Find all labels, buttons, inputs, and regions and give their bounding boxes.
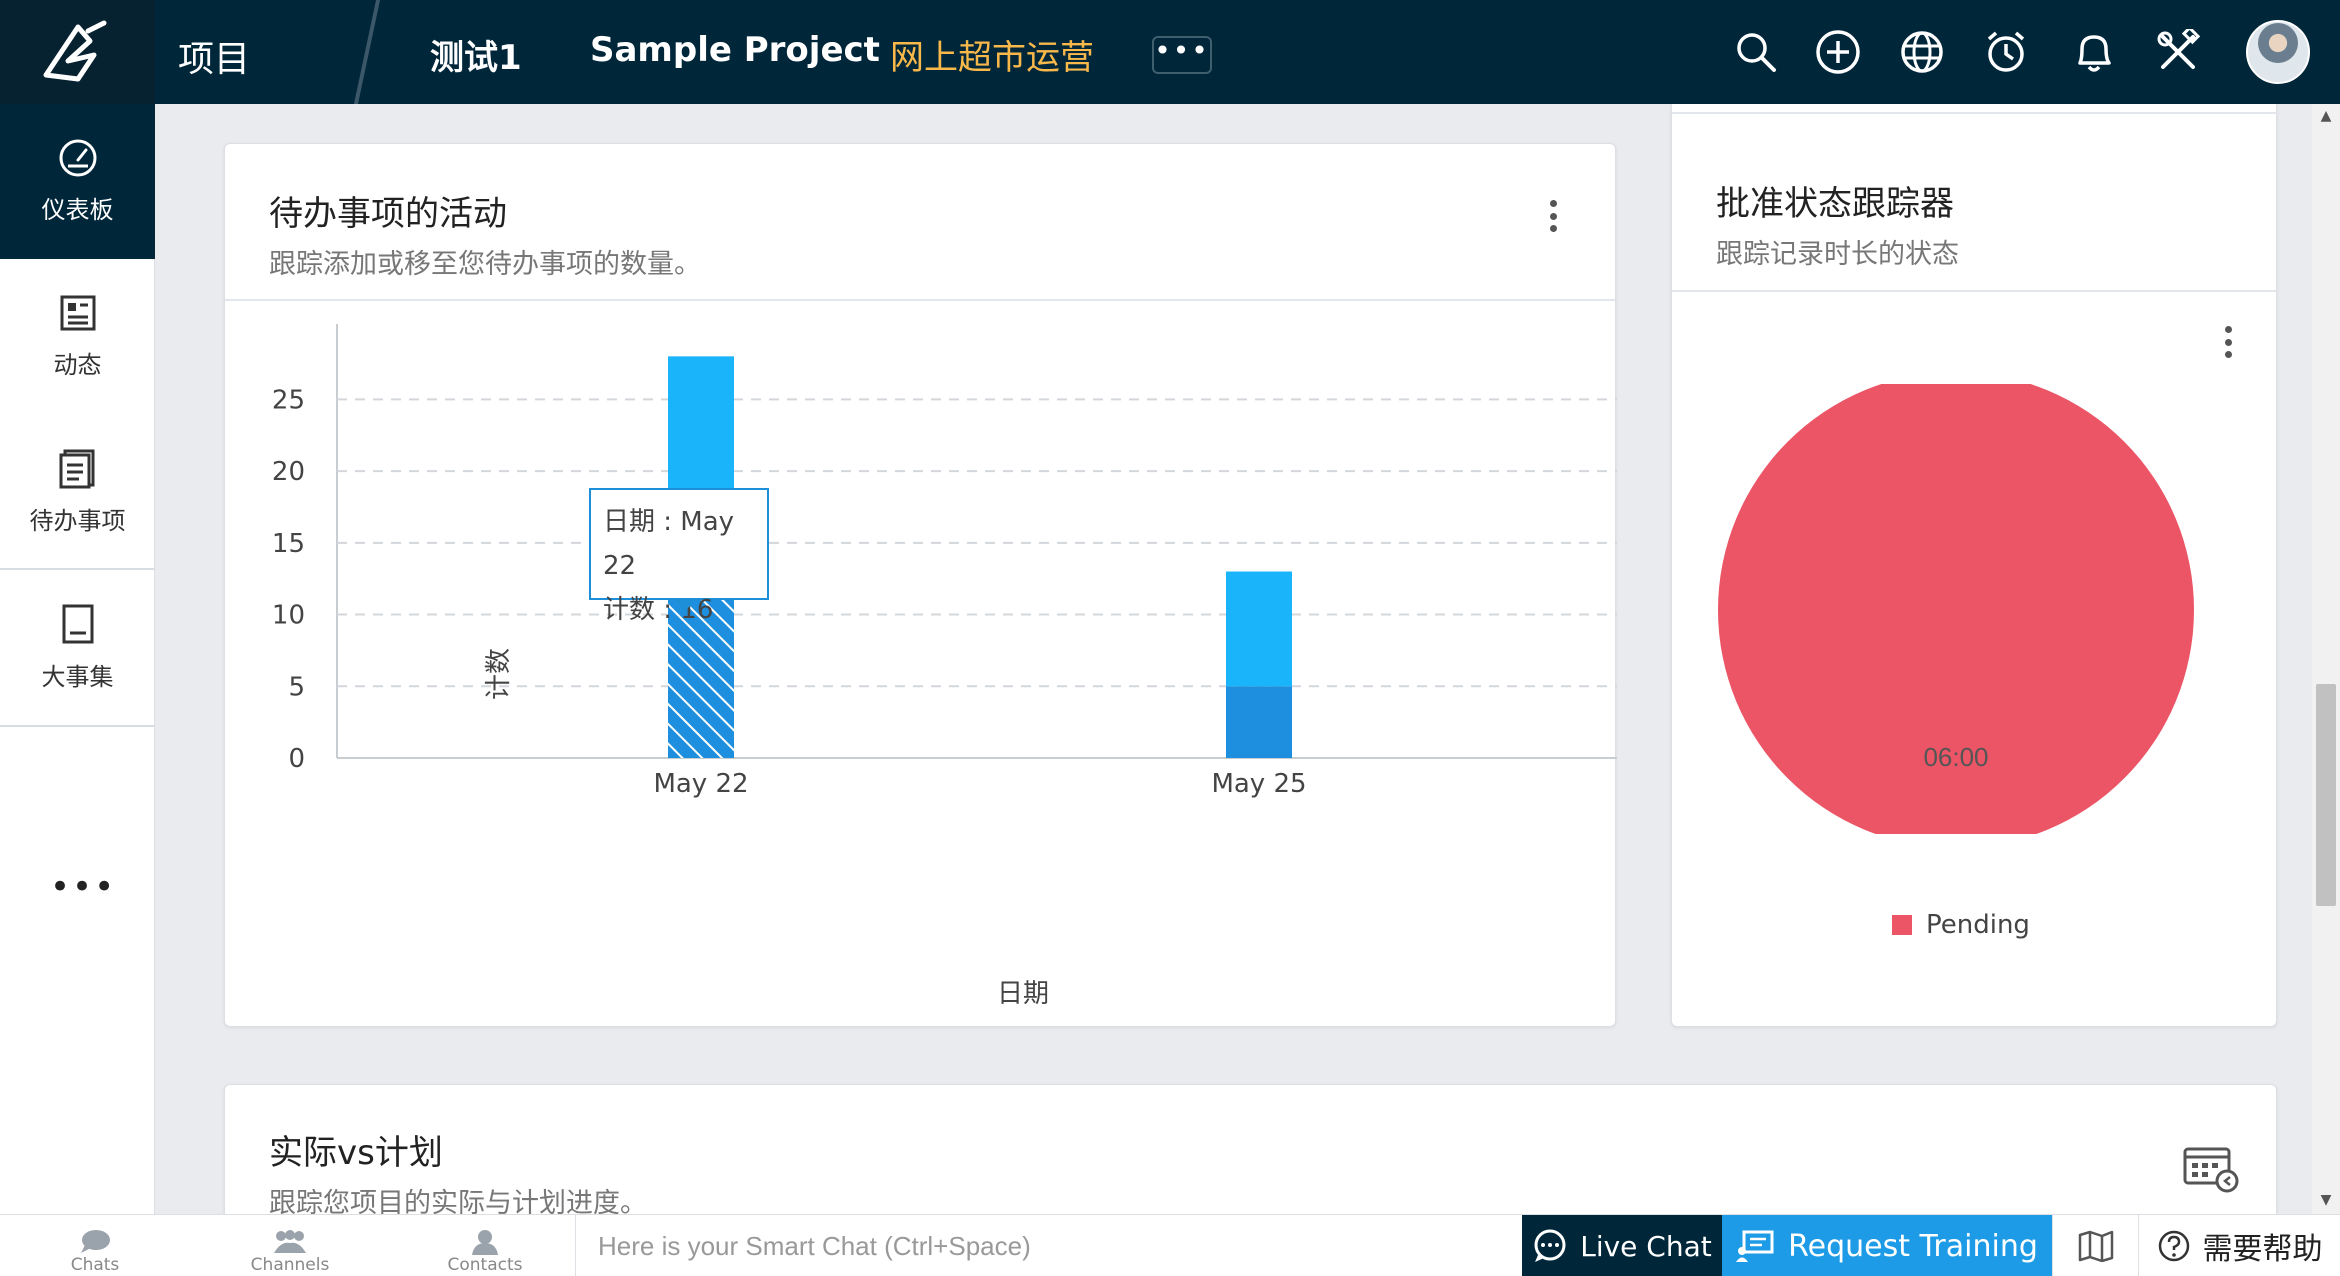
- chat-bubble-icon: [81, 1230, 110, 1253]
- sidebar-item-milestones[interactable]: 大事集: [0, 570, 155, 725]
- approval-status-card: 批准状态跟踪器 跟踪记录时长的状态 06:00 Pending: [1671, 104, 2278, 1027]
- chart-tooltip: 日期 : May 22 计数 : 16: [589, 488, 769, 625]
- top-bar: 项目 测试1 Sample Project 网上超市运营 •••: [0, 0, 2340, 104]
- card-menu-icon[interactable]: [2218, 322, 2238, 362]
- card-subtitle: 跟踪记录时长的状态: [1716, 239, 1959, 270]
- bell-icon[interactable]: [2066, 24, 2122, 80]
- more-tabs-button[interactable]: •••: [1152, 36, 1212, 74]
- todo-icon: [59, 449, 94, 489]
- map-icon[interactable]: [2052, 1215, 2138, 1276]
- feed-icon: [60, 295, 95, 331]
- live-chat-icon: [1534, 1229, 1566, 1262]
- card-divider: [225, 299, 1615, 301]
- add-circle-icon[interactable]: [1810, 24, 1866, 80]
- y-tick-label: 10: [272, 601, 305, 631]
- help-button[interactable]: 需要帮助: [2138, 1215, 2340, 1276]
- help-label: 需要帮助: [2202, 1232, 2323, 1267]
- tab-online-supermarket[interactable]: 网上超市运营: [890, 30, 1094, 79]
- card-subtitle: 跟踪添加或移至您待办事项的数量。: [269, 249, 701, 280]
- scroll-down-arrow[interactable]: ▼: [2316, 1190, 2336, 1210]
- y-tick-label: 5: [288, 672, 305, 702]
- live-chat-button[interactable]: Live Chat: [1522, 1215, 1722, 1276]
- bar-segment[interactable]: [1226, 571, 1292, 687]
- help-circle-icon: [2158, 1230, 2189, 1262]
- card-menu-icon[interactable]: [1543, 196, 1563, 236]
- bottom-tab-label: Channels: [250, 1255, 330, 1275]
- calendar-settings-icon[interactable]: [2183, 1145, 2239, 1197]
- sidebar-item-label: 待办事项: [29, 507, 126, 535]
- request-training-button[interactable]: Request Training: [1722, 1215, 2052, 1276]
- card-title: 待办事项的活动: [269, 194, 507, 234]
- header-divider: [353, 0, 381, 104]
- user-avatar[interactable]: [2246, 20, 2310, 84]
- x-tick-label: May 25: [1211, 769, 1306, 799]
- dashboard-gauge-icon: [59, 139, 96, 177]
- todo-activity-card: 待办事项的活动 跟踪添加或移至您待办事项的数量。 0 5 10 15 20 25 May 2…: [224, 143, 1617, 1027]
- approval-pie-chart: 06:00: [1718, 384, 2194, 834]
- app-logo[interactable]: [0, 0, 155, 104]
- tools-icon[interactable]: [2150, 24, 2206, 80]
- search-icon[interactable]: [1728, 24, 1784, 80]
- sidebar-item-feed[interactable]: 动态: [0, 259, 155, 414]
- bottom-tab-contacts[interactable]: Contacts: [390, 1215, 580, 1276]
- bottom-tab-label: Contacts: [447, 1255, 523, 1275]
- sidebar-divider: [0, 725, 155, 727]
- contact-icon: [472, 1230, 498, 1255]
- book-icon: [62, 604, 93, 644]
- logo-icon: [43, 20, 106, 82]
- pie-value-label: 06:00: [1923, 742, 1988, 772]
- bottom-bar: Chats Channels Contacts Here is your Sma…: [0, 1214, 2340, 1276]
- todo-bar-chart: 0 5 10 15 20 25 May 22 May 25 日期 计数: [272, 324, 1617, 1009]
- alarm-clock-icon[interactable]: [1978, 24, 2034, 80]
- sidebar: 仪表板 动态 待办事项 大事集 •••: [0, 104, 155, 1214]
- live-chat-label: Live Chat: [1580, 1229, 1712, 1263]
- y-tick-label: 25: [272, 385, 305, 415]
- legend-swatch: [1892, 915, 1912, 935]
- bottom-tab-chats[interactable]: Chats: [0, 1215, 190, 1276]
- training-board-icon: [1736, 1230, 1774, 1262]
- bar-segment[interactable]: [1226, 686, 1292, 758]
- project-menu-title[interactable]: 项目: [178, 30, 250, 82]
- card-title: 批准状态跟踪器: [1716, 184, 1954, 224]
- channels-icon: [274, 1230, 306, 1253]
- sidebar-more-button[interactable]: •••: [50, 867, 116, 907]
- sidebar-item-dashboard[interactable]: 仪表板: [0, 104, 155, 259]
- y-tick-label: 20: [272, 457, 305, 487]
- tab-sample-project[interactable]: Sample Project: [590, 30, 880, 70]
- legend-label: Pending: [1926, 910, 2030, 940]
- bottom-tab-label: Chats: [70, 1255, 120, 1275]
- y-tick-label: 0: [288, 744, 305, 774]
- bottom-tab-channels[interactable]: Channels: [195, 1215, 385, 1276]
- y-tick-label: 15: [272, 529, 305, 559]
- scrollbar-thumb[interactable]: [2316, 684, 2336, 906]
- tooltip-date: 日期 : May 22: [603, 507, 735, 581]
- x-axis-label: 日期: [997, 979, 1049, 1009]
- scroll-up-arrow[interactable]: ▲: [2316, 106, 2336, 126]
- card-title: 实际vs计划: [269, 1133, 443, 1173]
- page-scrollbar[interactable]: [2312, 104, 2340, 1214]
- sidebar-item-label: 大事集: [41, 663, 114, 691]
- tab-test1[interactable]: 测试1: [430, 30, 522, 79]
- card-top-divider: [1672, 112, 2278, 114]
- sidebar-item-label: 动态: [53, 351, 102, 379]
- y-axis-label: 计数: [484, 648, 514, 700]
- pie-legend: Pending: [1892, 910, 2030, 940]
- globe-icon[interactable]: [1894, 24, 1950, 80]
- sidebar-item-todo[interactable]: 待办事项: [0, 414, 155, 569]
- tooltip-pointer: [673, 599, 697, 611]
- request-training-label: Request Training: [1788, 1228, 2038, 1264]
- smart-chat-input[interactable]: Here is your Smart Chat (Ctrl+Space): [575, 1215, 1520, 1276]
- sidebar-item-label: 仪表板: [41, 196, 114, 224]
- x-tick-label: May 22: [653, 769, 748, 799]
- card-divider: [1672, 290, 2276, 292]
